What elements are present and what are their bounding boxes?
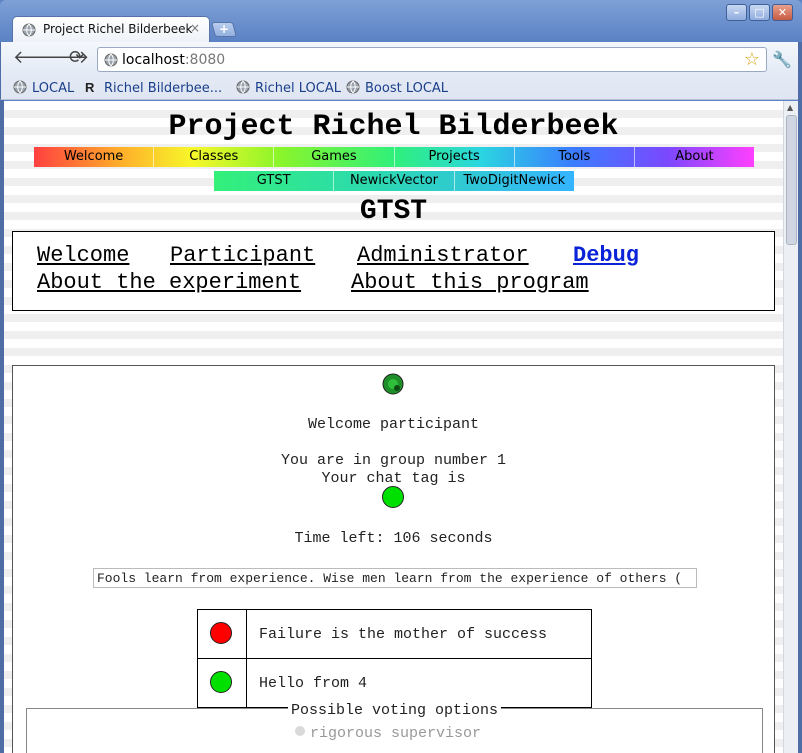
browser-title-bar: Project Richel Bilderbeek × + – □ ✕ [0,0,802,42]
menu-item-projects[interactable]: Projects [395,147,515,167]
globe-icon [104,53,118,67]
bookmark-boost-local[interactable]: Boost LOCAL [346,80,448,96]
bookmark-label: LOCAL [32,81,75,96]
nav-link-participant[interactable]: Participant [170,243,315,268]
submenu-item-twodigitnewick[interactable]: TwoDigitNewick [455,171,574,191]
main-menu: Welcome Classes Games Projects Tools Abo… [34,147,754,167]
url-port: :8080 [184,52,226,68]
window-frame-right [798,42,802,753]
svg-text:R: R [85,80,95,94]
globe-icon [22,23,36,37]
chat-row: Failure is the mother of success [197,609,592,659]
browser-toolbar: 🡐 🡒 ⟳ localhost:8080 ☆ 🔧 [0,42,802,75]
sub-menu: GTST NewickVector TwoDigitNewick [214,171,574,191]
globe-icon [346,80,360,94]
site-title: Project Richel Bilderbeek [168,110,619,144]
status-indicator-icon [382,373,404,395]
globe-icon [236,80,250,94]
menu-item-games[interactable]: Games [274,147,395,167]
bookmark-label: Richel LOCAL [255,81,341,96]
chat-tag-label: Your chat tag is [321,470,466,487]
nav-link-about-program[interactable]: About this program [351,270,589,295]
maximize-button[interactable]: □ [749,4,770,21]
app-navigation: Welcome Participant Administrator Debug … [12,231,775,311]
voting-option[interactable]: rigorous supervisor [295,725,481,742]
time-left-text: Time left: 106 seconds [294,530,493,547]
new-tab-button[interactable]: + [210,22,238,37]
globe-icon [13,80,27,94]
menu-item-tools[interactable]: Tools [515,147,635,167]
group-text: You are in group number 1 [280,452,507,469]
page-title: GTST [359,196,428,227]
welcome-text: Welcome participant [307,416,480,433]
page-viewport: Project Richel Bilderbeek Welcome Classe… [4,101,783,753]
scroll-up-icon[interactable]: ▲ [787,103,793,112]
minimize-button[interactable]: – [726,4,747,21]
nav-link-administrator[interactable]: Administrator [357,243,529,268]
wrench-icon[interactable]: 🔧 [772,50,792,69]
bookmarks-bar: LOCAL R Richel Bilderbee... Richel LOCAL … [0,75,802,100]
browser-tab[interactable]: Project Richel Bilderbeek × [12,16,210,42]
chat-tag-icon [210,622,232,644]
chat-table: Failure is the mother of success Hello f… [197,609,592,708]
vertical-scrollbar[interactable]: ▲ [783,101,798,753]
reload-icon[interactable]: ⟳ [69,49,84,67]
url-host: localhost [122,52,185,68]
voting-option-label: rigorous supervisor [310,725,482,742]
url-text: localhost:8080 [122,52,225,68]
voting-legend-text: Possible voting options [287,702,502,719]
quote-field[interactable]: Fools learn from experience. Wise men le… [93,568,697,588]
submenu-item-gtst[interactable]: GTST [214,171,335,191]
close-window-button[interactable]: ✕ [772,4,793,21]
bookmark-label: Richel Bilderbee... [104,81,223,96]
tab-close-icon[interactable]: × [190,21,200,35]
menu-item-welcome[interactable]: Welcome [34,147,155,167]
menu-item-classes[interactable]: Classes [154,147,275,167]
chat-tag-icon [210,671,232,693]
bookmark-richel-local[interactable]: Richel LOCAL [236,80,341,96]
nav-link-debug[interactable]: Debug [573,243,639,268]
chat-tag-color-icon [382,486,404,508]
nav-link-welcome[interactable]: Welcome [37,243,129,268]
menu-item-about[interactable]: About [635,147,754,167]
submenu-item-newickvector[interactable]: NewickVector [334,171,455,191]
address-bar[interactable]: localhost:8080 ☆ [97,47,767,72]
tab-title: Project Richel Bilderbeek [43,22,193,36]
voting-options-group: Possible voting options rigorous supervi… [26,702,763,753]
bookmark-star-icon[interactable]: ☆ [744,49,760,70]
nav-link-about-experiment[interactable]: About the experiment [37,270,301,295]
rb-logo-icon: R [85,80,95,94]
chat-tag-cell [197,609,247,659]
participant-panel: Welcome participant You are in group num… [12,365,775,753]
radio-button-icon[interactable] [295,726,305,736]
bookmark-local[interactable]: LOCAL [13,80,74,96]
voting-legend: Possible voting options [27,699,762,719]
bookmark-label: Boost LOCAL [365,81,449,96]
plus-icon: + [218,22,230,36]
bookmark-richel-bilderbeek[interactable]: R Richel Bilderbee... [85,80,222,96]
scrollbar-thumb[interactable] [786,115,797,245]
chat-message: Failure is the mother of success [246,609,592,659]
